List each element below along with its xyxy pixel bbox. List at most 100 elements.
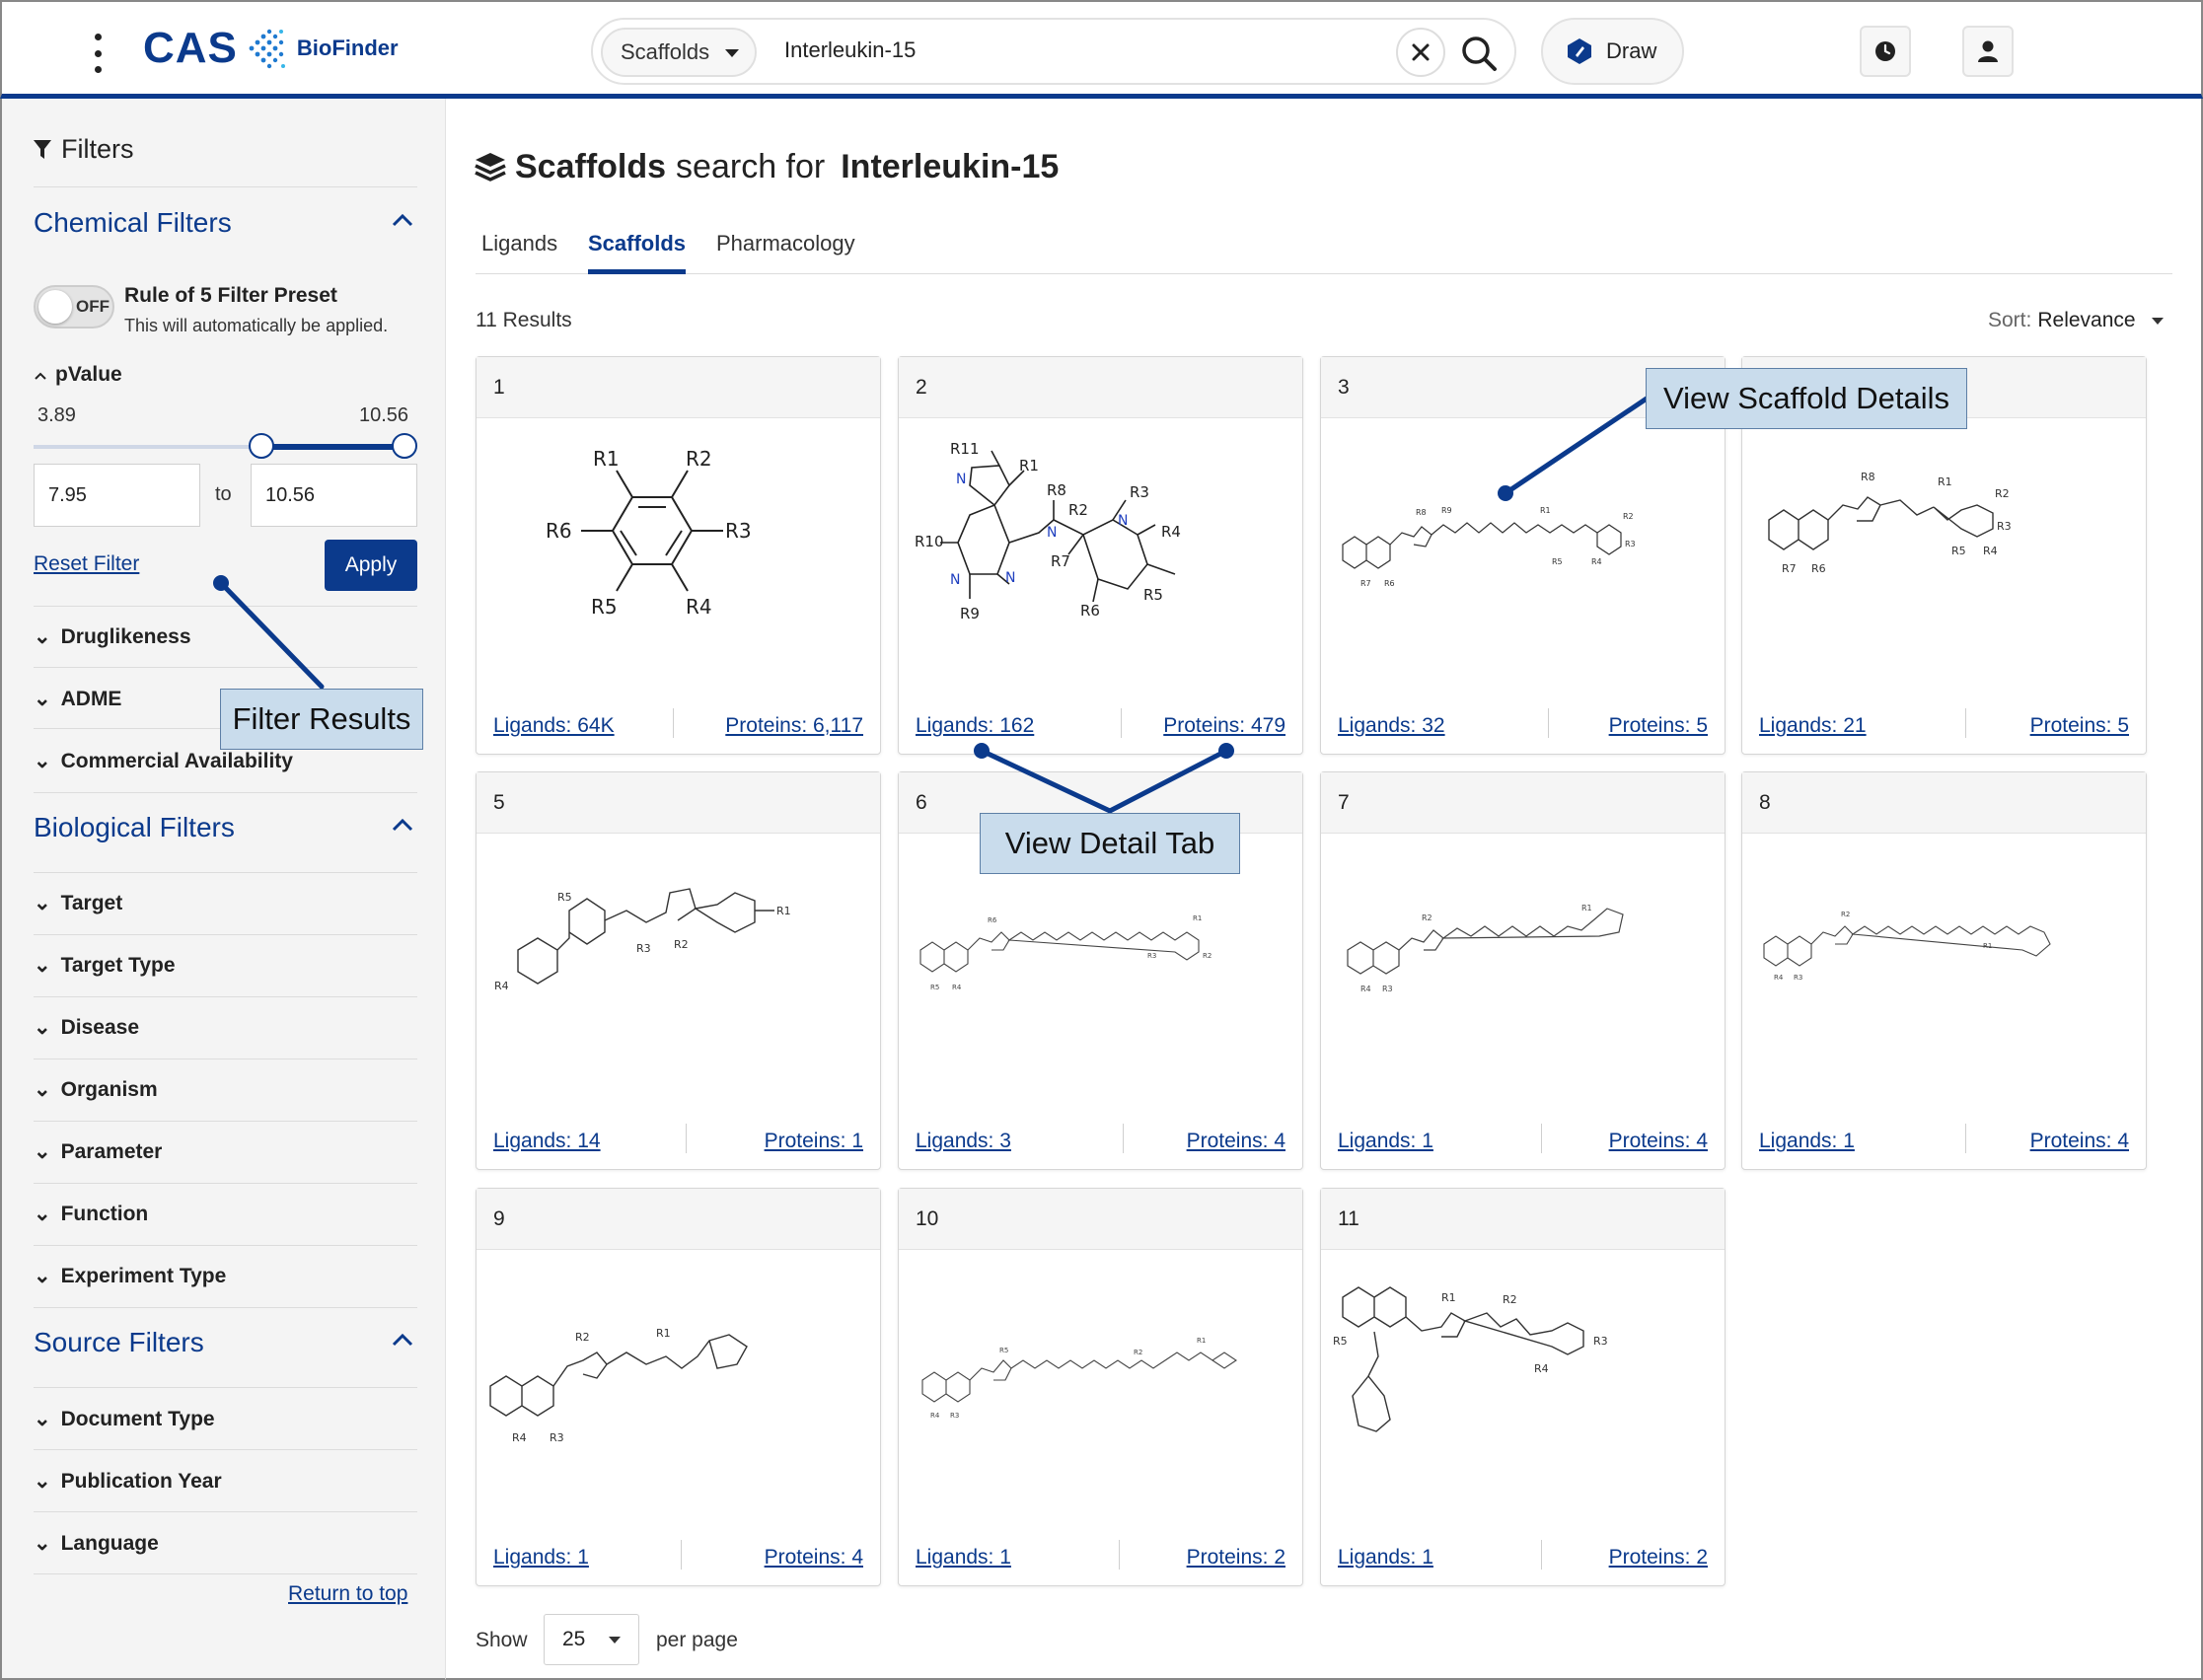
card-number: 2	[916, 376, 927, 399]
scaffold-structure-image[interactable]: R7 R6 R8 R1 R2 R3 R5 R4	[1754, 426, 2136, 673]
proteins-link[interactable]: Proteins: 6,117	[725, 714, 863, 738]
chemical-filters-header[interactable]: Chemical Filters	[34, 207, 417, 239]
svg-text:R5: R5	[999, 1347, 1008, 1354]
scaffold-card[interactable]: 1 R1 R2 R3 R4 R5 R6 Ligands: 64K Proteins: 6,…	[476, 356, 881, 755]
apply-button[interactable]: Apply	[325, 540, 417, 591]
scaffold-card[interactable]: 8 R4 R3 R2 R1 Ligands: 1 Proteins: 4	[1741, 771, 2147, 1170]
filter-item-target[interactable]: ⌄ Target	[34, 891, 417, 915]
filter-item-language[interactable]: ⌄ Language	[34, 1531, 417, 1556]
ligands-link[interactable]: Ligands: 21	[1759, 714, 1867, 738]
proteins-link[interactable]: Proteins: 4	[765, 1546, 863, 1570]
filter-item-document-type[interactable]: ⌄ Document Type	[34, 1407, 417, 1431]
proteins-link[interactable]: Proteins: 5	[2030, 714, 2129, 738]
tab-ligands[interactable]: Ligands	[481, 231, 557, 274]
scaffold-structure-image[interactable]: R4 R5 R3 R2 R1	[488, 841, 870, 1088]
ligands-link[interactable]: Ligands: 1	[493, 1546, 589, 1570]
filter-item-commercial-availability[interactable]: ⌄ Commercial Availability	[34, 749, 417, 773]
filter-item-label: Commercial Availability	[60, 750, 293, 772]
filter-item-disease[interactable]: ⌄ Disease	[34, 1015, 417, 1040]
per-page-select[interactable]: 25	[544, 1614, 639, 1665]
ligands-link[interactable]: Ligands: 1	[1338, 1130, 1433, 1153]
svg-text:R2: R2	[1068, 501, 1088, 519]
history-icon[interactable]	[1860, 26, 1911, 77]
search-icon[interactable]	[1457, 32, 1501, 75]
filter-item-parameter[interactable]: ⌄ Parameter	[34, 1139, 417, 1164]
scaffold-card[interactable]: 7 R4 R3 R2 R1 Ligands: 1 Proteins: 4	[1320, 771, 1726, 1170]
scaffold-structure-image[interactable]: R7 R6 R8 R9 R1 R2 R3 R4 R5	[1333, 426, 1715, 673]
pvalue-slider-min-handle[interactable]	[249, 433, 275, 459]
filter-item-experiment-type[interactable]: ⌄ Experiment Type	[34, 1264, 417, 1288]
ligands-link[interactable]: Ligands: 14	[493, 1130, 601, 1153]
filter-item-target-type[interactable]: ⌄ Target Type	[34, 953, 417, 978]
pvalue-slider-max-handle[interactable]	[392, 433, 417, 459]
scaffold-card[interactable]: 11 R1 R2 R5 R3 R4 Ligands: 1 Proteins: 2	[1320, 1188, 1726, 1586]
tab-pharmacology[interactable]: Pharmacology	[716, 231, 855, 274]
svg-text:R4: R4	[1360, 985, 1371, 993]
pvalue-to-input[interactable]: 10.56	[251, 464, 417, 527]
scaffold-structure-image[interactable]: R4 R3 R2 R1	[1333, 841, 1715, 1088]
ligands-link[interactable]: Ligands: 1	[916, 1546, 1011, 1570]
proteins-link[interactable]: Proteins: 479	[1163, 714, 1285, 738]
svg-text:R2: R2	[1995, 487, 2010, 500]
per-page-label: per page	[656, 1629, 738, 1651]
scaffold-structure-image[interactable]: R4 R3 R2 R1	[1754, 841, 2136, 1088]
proteins-link[interactable]: Proteins: 1	[765, 1130, 863, 1153]
scaffold-structure-image[interactable]: R4 R3 R5 R2 R1	[911, 1258, 1292, 1504]
svg-text:R7: R7	[1051, 552, 1070, 570]
filter-item-label: Publication Year	[60, 1470, 222, 1493]
svg-text:R5: R5	[930, 984, 939, 991]
proteins-link[interactable]: Proteins: 2	[1187, 1546, 1285, 1570]
scaffold-structure-image[interactable]: R5 R4 R6 R3 R1 R2	[911, 841, 1292, 1088]
ligands-link[interactable]: Ligands: 64K	[493, 714, 615, 738]
divider	[1965, 708, 1966, 738]
search-input[interactable]: Interleukin-15	[784, 37, 916, 63]
svg-text:R3: R3	[550, 1431, 564, 1444]
ligands-link[interactable]: Ligands: 1	[1338, 1546, 1433, 1570]
menu-kebab-icon[interactable]	[89, 34, 107, 73]
ligands-link[interactable]: Ligands: 32	[1338, 714, 1445, 738]
draw-button[interactable]: Draw	[1541, 18, 1684, 85]
divider	[1123, 1124, 1124, 1153]
pvalue-from-input[interactable]: 7.95	[34, 464, 200, 527]
proteins-link[interactable]: Proteins: 5	[1609, 714, 1708, 738]
pvalue-header[interactable]: pValue	[34, 363, 122, 387]
scaffold-structure-image[interactable]: R1 R2 R3 R4 R5 R6	[488, 426, 870, 673]
reset-filter-link[interactable]: Reset Filter	[34, 552, 139, 576]
card-number: 3	[1338, 376, 1350, 399]
rule-of-5-toggle[interactable]: OFF	[34, 285, 114, 329]
scaffold-structure-image[interactable]: R11 R1 R10 R8R2 R3 R4 R5 R6 R7 R9 N N N N N	[911, 426, 1292, 673]
filter-item-publication-year[interactable]: ⌄ Publication Year	[34, 1469, 417, 1494]
source-filters-header[interactable]: Source Filters	[34, 1327, 417, 1358]
biological-filters-header[interactable]: Biological Filters	[34, 812, 417, 843]
return-to-top-link[interactable]: Return to top	[288, 1582, 407, 1606]
sort-dropdown[interactable]: Sort: Relevance	[1988, 309, 2164, 332]
filter-item-organism[interactable]: ⌄ Organism	[34, 1077, 417, 1102]
svg-text:R4: R4	[1983, 545, 1998, 557]
svg-text:R5: R5	[591, 595, 618, 619]
scaffold-structure-image[interactable]: R1 R2 R5 R3 R4	[1333, 1258, 1715, 1504]
proteins-link[interactable]: Proteins: 4	[1187, 1130, 1285, 1153]
scaffold-card[interactable]: 5 R4 R5 R3 R2 R1 Ligands: 14 Proteins: 1	[476, 771, 881, 1170]
scaffold-stack-icon	[475, 152, 506, 182]
scaffold-card[interactable]: 9 R2 R1 R4 R3 Ligands: 1 Proteins: 4	[476, 1188, 881, 1586]
proteins-link[interactable]: Proteins: 4	[1609, 1130, 1708, 1153]
svg-text:R2: R2	[1203, 952, 1212, 960]
clear-icon[interactable]	[1396, 28, 1445, 77]
tab-scaffolds[interactable]: Scaffolds	[588, 231, 687, 274]
user-icon[interactable]	[1962, 26, 2014, 77]
cas-biofinder-logo[interactable]: CAS BioFinder	[143, 24, 399, 73]
filter-item-druglikeness[interactable]: ⌄ Druglikeness	[34, 624, 417, 649]
svg-text:R8: R8	[1861, 471, 1875, 483]
ligands-link[interactable]: Ligands: 162	[916, 714, 1034, 738]
ligands-link[interactable]: Ligands: 3	[916, 1130, 1011, 1153]
chemical-filters-label: Chemical Filters	[34, 207, 232, 238]
logo-biofinder-text: BioFinder	[296, 36, 399, 60]
ligands-link[interactable]: Ligands: 1	[1759, 1130, 1855, 1153]
filter-item-function[interactable]: ⌄ Function	[34, 1202, 417, 1226]
search-scope-dropdown[interactable]: Scaffolds	[601, 28, 757, 77]
proteins-link[interactable]: Proteins: 4	[2030, 1130, 2129, 1153]
scaffold-card[interactable]: 10 R4 R3 R5 R2 R1 Ligands: 1 Proteins: 2	[898, 1188, 1303, 1586]
scaffold-card[interactable]: 2 R11 R1 R10 R8 R2 R3 R4 R5 R6 R7 R9 N N N N N Ligands…	[898, 356, 1303, 755]
scaffold-structure-image[interactable]: R2 R1 R4 R3	[488, 1258, 870, 1504]
proteins-link[interactable]: Proteins: 2	[1609, 1546, 1708, 1570]
